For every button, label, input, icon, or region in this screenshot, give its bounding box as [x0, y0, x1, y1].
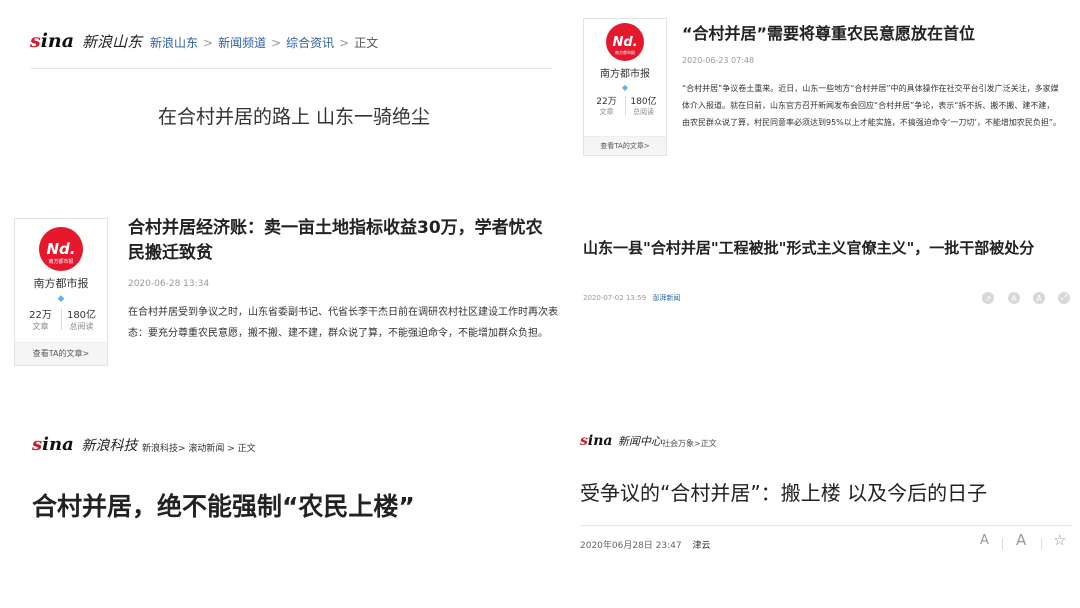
publish-date: 2020年06月28日 23:47 津云	[580, 541, 711, 551]
author-card: Nd. 南方都市报 南方都市报 ◆ 22万 文章 180亿 总阅读 查看TA的文章>	[14, 218, 108, 366]
breadcrumb-current: 正文	[354, 36, 379, 50]
publish-date: 2020-06-28 13:34	[128, 279, 210, 289]
article-body: 在合村并居受到争议之时，山东省委副书记、代省长李干杰日前在调研农村社区建设工作时…	[128, 307, 558, 339]
breadcrumb[interactable]: 新浪科技> 滚动新闻 > 正文	[142, 441, 256, 454]
article-body: “合村并居”争议卷土重来。近日，山东一些地方“合村并居”中的具体操作在社交平台引…	[682, 84, 1062, 127]
diamond-icon: ◆	[57, 294, 65, 304]
author-card: Nd. 南方都市报 南方都市报 ◆ 22万 文章 180亿 总阅读 查看TA的文章>	[583, 18, 667, 156]
breadcrumb-link-news[interactable]: 新闻频道	[218, 36, 266, 50]
source-link[interactable]: 澎湃新闻	[652, 294, 680, 302]
font-small-icon[interactable]: A	[1008, 292, 1020, 304]
star-icon[interactable]: ☆	[1053, 531, 1066, 549]
article-title: 受争议的“合村并居”：搬上楼 以及今后的日子	[580, 481, 988, 505]
breadcrumb-link-general[interactable]: 综合资讯	[286, 36, 334, 50]
panel-sina-shandong: sina 新浪山东 新浪山东 > 新闻频道 > 综合资讯 > 正文 在合村并居的路上 山东一…	[30, 28, 552, 168]
view-articles-link[interactable]: 查看TA的文章>	[584, 136, 666, 155]
share-icon[interactable]: ↗	[982, 292, 994, 304]
sina-news-logo[interactable]: sina 新闻中心	[580, 433, 662, 449]
font-large-icon[interactable]: A	[1016, 531, 1026, 549]
author-stats: 22万 文章 180亿 总阅读	[596, 96, 657, 116]
article-title: 合村并居，绝不能强制“农民上楼”	[32, 492, 415, 521]
author-name[interactable]: 南方都市报	[15, 275, 107, 291]
nandu-logo[interactable]: Nd. 南方都市报	[606, 23, 644, 61]
breadcrumb-link-shandong[interactable]: 新浪山东	[150, 36, 198, 50]
fullscreen-icon[interactable]: ⤢	[1058, 292, 1070, 304]
article-title: 在合村并居的路上 山东一骑绝尘	[158, 106, 431, 128]
publish-date: 2020-06-23 07:48	[682, 56, 755, 65]
font-large-icon[interactable]: A	[1033, 292, 1045, 304]
breadcrumb[interactable]: 社会万象>正文	[662, 438, 717, 449]
divider	[30, 68, 552, 69]
source-link[interactable]: 津云	[692, 541, 710, 551]
diamond-icon: ◆	[621, 83, 629, 92]
article-headline: 合村并居经济账：卖一亩土地指标收益30万，学者忧农民搬迁致贫	[128, 218, 543, 263]
author-stats: 22万 文章 180亿 总阅读	[29, 308, 97, 331]
publish-date: 2020-07-02 13:59 澎湃新闻	[583, 294, 681, 302]
sina-shandong-logo[interactable]: sina 新浪山东	[30, 30, 142, 52]
sina-tech-logo[interactable]: sina 新浪科技	[32, 434, 137, 455]
divider	[1041, 538, 1042, 550]
author-name[interactable]: 南方都市报	[584, 65, 666, 80]
article-headline: 山东一县"合村并居"工程被批"形式主义官僚主义"，一批干部被处分	[583, 239, 1035, 257]
font-small-icon[interactable]: A	[980, 533, 989, 548]
nandu-logo[interactable]: Nd. 南方都市报	[39, 227, 83, 271]
article-headline: “合村并居”需要将尊重农民意愿放在首位	[682, 24, 976, 43]
breadcrumb: 新浪山东 > 新闻频道 > 综合资讯 > 正文	[150, 36, 379, 50]
divider	[580, 525, 1072, 526]
view-articles-link[interactable]: 查看TA的文章>	[15, 342, 107, 365]
divider	[1002, 538, 1003, 550]
